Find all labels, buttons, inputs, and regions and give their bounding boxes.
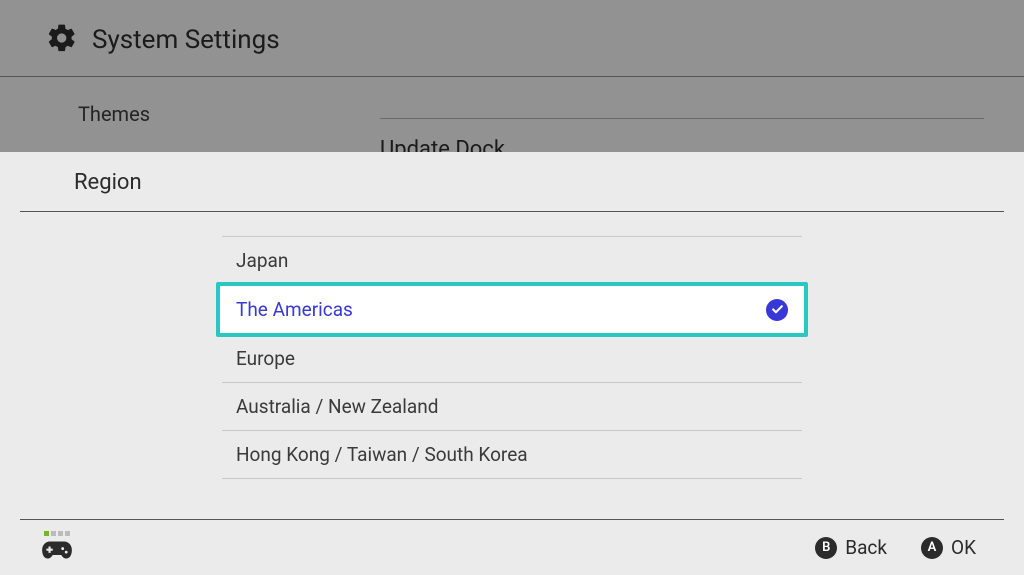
region-option[interactable]: The Americas: [216, 282, 808, 337]
region-option[interactable]: Europe: [222, 334, 802, 383]
modal-title: Region: [74, 170, 142, 195]
region-option[interactable]: Hong Kong / Taiwan / South Korea: [222, 430, 802, 479]
region-modal: Region Japan The Americas Europe Australia …: [0, 152, 1024, 575]
back-action[interactable]: B Back: [815, 536, 887, 559]
controller-indicator: [40, 531, 74, 565]
region-option-label: The Americas: [236, 298, 353, 321]
region-option-label: Europe: [236, 347, 295, 370]
ok-label: OK: [951, 536, 976, 559]
region-option-label: Japan: [236, 249, 288, 272]
main-item-partial: [380, 87, 984, 119]
controller-player-dots: [44, 531, 70, 536]
region-option-label: Hong Kong / Taiwan / South Korea: [236, 443, 528, 466]
settings-title: System Settings: [92, 25, 280, 55]
settings-header: System Settings: [0, 0, 1024, 77]
region-option[interactable]: Japan: [222, 236, 802, 285]
region-list: Japan The Americas Europe Australia / New Z…: [0, 212, 1024, 519]
gear-icon: [46, 22, 78, 58]
ok-action[interactable]: A OK: [921, 536, 976, 559]
region-option[interactable]: Australia / New Zealand: [222, 382, 802, 431]
sidebar-item-themes[interactable]: Themes: [0, 89, 330, 139]
b-button-icon: B: [815, 537, 837, 559]
controller-icon: [40, 539, 74, 565]
back-label: Back: [845, 536, 887, 559]
check-icon: [766, 299, 788, 321]
region-option-label: Australia / New Zealand: [236, 395, 438, 418]
modal-header: Region: [20, 152, 1004, 212]
footer-bar: B Back A OK: [20, 519, 1004, 575]
a-button-icon: A: [921, 537, 943, 559]
